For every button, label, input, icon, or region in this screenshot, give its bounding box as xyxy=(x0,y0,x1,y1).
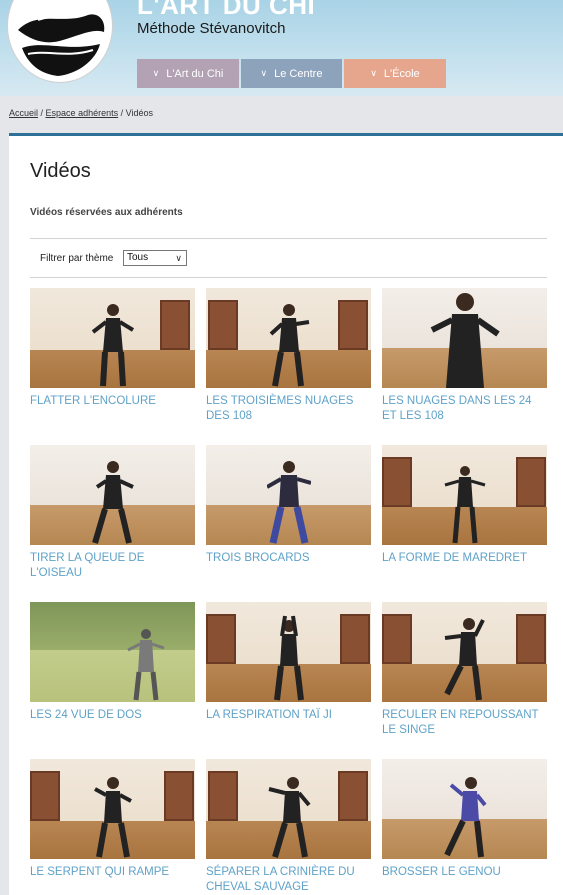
door-graphic xyxy=(30,771,60,821)
door-graphic xyxy=(516,457,546,507)
video-card[interactable]: LA FORME DE MAREDRET xyxy=(382,445,547,566)
video-title[interactable]: LA FORME DE MAREDRET xyxy=(382,551,547,566)
site-header: L'ART DU CHI Méthode Stévanovitch ∨ L'Ar… xyxy=(0,0,563,96)
video-card[interactable]: TROIS BROCARDS xyxy=(206,445,371,566)
taichi-figure-icon xyxy=(126,629,164,701)
taichi-figure-icon xyxy=(269,304,309,387)
site-logo[interactable] xyxy=(8,0,112,82)
divider xyxy=(30,277,547,278)
theme-filter-value: Tous xyxy=(127,252,149,263)
door-graphic xyxy=(164,771,194,821)
video-title[interactable]: TROIS BROCARDS xyxy=(206,551,371,566)
nav-tab-art-du-chi[interactable]: ∨ L'Art du Chi xyxy=(137,59,239,88)
taichi-figure-icon xyxy=(268,777,311,858)
video-card[interactable]: BROSSER LE GENOU xyxy=(382,759,547,880)
page-title: Vidéos xyxy=(30,160,91,182)
video-thumbnail[interactable] xyxy=(30,445,195,545)
theme-filter-select[interactable]: Tous ∨ xyxy=(123,250,187,266)
chevron-down-icon: ∨ xyxy=(260,68,268,78)
video-thumbnail[interactable] xyxy=(30,759,195,859)
video-card[interactable]: FLATTER L'ENCOLURE xyxy=(30,288,195,409)
video-thumbnail[interactable] xyxy=(382,759,547,859)
video-title[interactable]: LA RESPIRATION TAÏ JI xyxy=(206,708,371,723)
door-graphic xyxy=(516,614,546,664)
video-thumbnail[interactable] xyxy=(382,602,547,702)
video-card[interactable]: RECULER EN REPOUSSANT LE SINGE xyxy=(382,602,547,738)
video-card[interactable]: TIRER LA QUEUE DE L'OISEAU xyxy=(30,445,195,581)
taichi-figure-icon xyxy=(444,466,485,544)
video-title[interactable]: LES NUAGES DANS LES 24 ET LES 108 xyxy=(382,394,547,424)
door-graphic xyxy=(208,771,238,821)
divider xyxy=(30,238,547,239)
main-nav: ∨ L'Art du Chi ∨ Le Centre ∨ L'École xyxy=(137,59,446,88)
nav-tab-label: Le Centre xyxy=(274,67,323,80)
video-card[interactable]: LA RESPIRATION TAÏ JI xyxy=(206,602,371,723)
chevron-down-icon: ∨ xyxy=(152,68,160,78)
video-title[interactable]: LE SERPENT QUI RAMPE xyxy=(30,865,195,880)
site-title: L'ART DU CHI xyxy=(137,0,316,20)
video-title[interactable]: RECULER EN REPOUSSANT LE SINGE xyxy=(382,708,547,738)
video-title[interactable]: TIRER LA QUEUE DE L'OISEAU xyxy=(30,551,195,581)
taichi-figure-icon xyxy=(93,777,132,858)
content-panel: Vidéos Vidéos réservées aux adhérents Fi… xyxy=(9,133,563,895)
nav-tab-label: L'Art du Chi xyxy=(166,67,224,80)
video-thumbnail[interactable] xyxy=(30,288,195,388)
door-graphic xyxy=(338,771,368,821)
taichi-figure-icon xyxy=(430,293,500,388)
video-thumbnail[interactable] xyxy=(206,759,371,859)
video-card[interactable]: LES TROISIÈMES NUAGES DES 108 xyxy=(206,288,371,424)
breadcrumb-current: Vidéos xyxy=(125,108,153,118)
video-card[interactable]: LES 24 VUE DE DOS xyxy=(30,602,195,723)
video-title[interactable]: LES TROISIÈMES NUAGES DES 108 xyxy=(206,394,371,424)
breadcrumb-members-link[interactable]: Espace adhérents xyxy=(46,108,119,118)
filter-label: Filtrer par thème xyxy=(40,253,114,264)
video-card[interactable]: LES NUAGES DANS LES 24 ET LES 108 xyxy=(382,288,547,424)
chevron-down-icon: ∨ xyxy=(370,68,377,78)
taichi-figure-icon xyxy=(273,615,304,701)
door-graphic xyxy=(206,614,236,664)
taichi-figure-icon xyxy=(266,461,311,544)
nav-tab-le-centre[interactable]: ∨ Le Centre xyxy=(241,59,342,88)
video-thumbnail[interactable] xyxy=(382,445,547,545)
breadcrumb-home-link[interactable]: Accueil xyxy=(9,108,38,118)
video-thumbnail[interactable] xyxy=(206,602,371,702)
video-thumbnail[interactable] xyxy=(30,602,195,702)
video-title[interactable]: BROSSER LE GENOU xyxy=(382,865,547,880)
nav-tab-ecole[interactable]: ∨ L'École xyxy=(344,59,446,88)
door-graphic xyxy=(208,300,238,350)
door-graphic xyxy=(340,614,370,664)
chevron-down-icon: ∨ xyxy=(175,253,182,263)
video-title[interactable]: LES 24 VUE DE DOS xyxy=(30,708,195,723)
video-card[interactable]: SÉPARER LA CRINIÈRE DU CHEVAL SAUVAGE xyxy=(206,759,371,895)
door-graphic xyxy=(338,300,368,350)
taichi-figure-icon xyxy=(443,777,487,858)
door-graphic xyxy=(160,300,190,350)
taichi-figure-icon xyxy=(91,461,134,544)
video-thumbnail[interactable] xyxy=(206,445,371,545)
taichi-figure-icon xyxy=(91,304,134,387)
tai-chi-logo-icon xyxy=(18,9,105,76)
page-subtitle: Vidéos réservées aux adhérents xyxy=(30,207,183,218)
video-thumbnail[interactable] xyxy=(382,288,547,388)
site-subtitle: Méthode Stévanovitch xyxy=(137,20,286,37)
taichi-figure-icon xyxy=(443,618,485,701)
nav-tab-label: L'École xyxy=(383,67,420,80)
door-graphic xyxy=(382,614,412,664)
video-title[interactable]: SÉPARER LA CRINIÈRE DU CHEVAL SAUVAGE xyxy=(206,865,371,895)
video-card[interactable]: LE SERPENT QUI RAMPE xyxy=(30,759,195,880)
breadcrumb: Accueil / Espace adhérents / Vidéos xyxy=(9,108,153,118)
video-thumbnail[interactable] xyxy=(206,288,371,388)
video-title[interactable]: FLATTER L'ENCOLURE xyxy=(30,394,195,409)
door-graphic xyxy=(382,457,412,507)
